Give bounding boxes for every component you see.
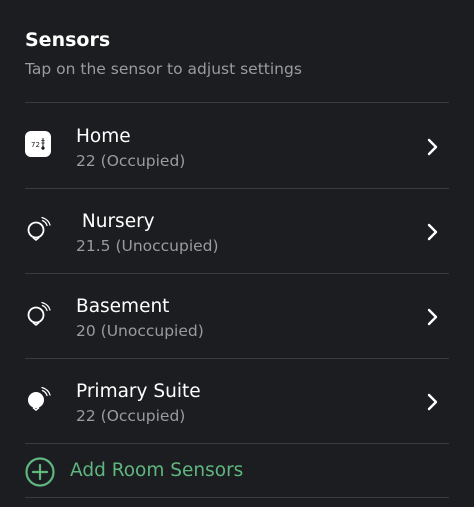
sensor-name: Nursery [76, 211, 155, 232]
sensor-name: Home [76, 126, 131, 147]
page-title: Sensors [25, 29, 111, 51]
sensor-row-basement[interactable]: Basement 20 (Unoccupied) [0, 273, 474, 358]
sensor-row-home[interactable]: 72 Home 22 (Occupied) [0, 103, 474, 188]
chevron-right-icon [427, 138, 438, 156]
add-room-sensors-label: Add Room Sensors [70, 460, 244, 481]
chevron-right-icon [427, 393, 438, 411]
thermostat-icon: 72 [25, 131, 51, 157]
sensor-row-nursery[interactable]: Nursery 21.5 (Unoccupied) [0, 188, 474, 273]
sensor-status: 20 (Unoccupied) [76, 322, 204, 340]
room-sensor-outline-icon [27, 216, 51, 241]
sensor-status: 22 (Occupied) [76, 152, 186, 170]
chevron-right-icon [427, 223, 438, 241]
add-room-sensors-button[interactable]: Add Room Sensors [0, 446, 474, 496]
bottom-divider [25, 497, 449, 498]
sensor-name: Primary Suite [76, 381, 201, 402]
row-divider [25, 443, 449, 444]
room-sensor-outline-icon [27, 301, 51, 326]
chevron-right-icon [427, 308, 438, 326]
sensor-status: 21.5 (Unoccupied) [76, 237, 219, 255]
plus-circle-icon [25, 457, 55, 487]
sensor-name: Basement [76, 296, 170, 317]
room-sensor-filled-icon [28, 386, 51, 411]
sensor-status: 22 (Occupied) [76, 407, 186, 425]
page-subtitle: Tap on the sensor to adjust settings [25, 60, 302, 78]
thermostat-display-text: 72 [31, 141, 40, 149]
sensor-row-primary-suite[interactable]: Primary Suite 22 (Occupied) [0, 358, 474, 443]
sensors-header: Sensors Tap on the sensor to adjust sett… [25, 28, 455, 79]
